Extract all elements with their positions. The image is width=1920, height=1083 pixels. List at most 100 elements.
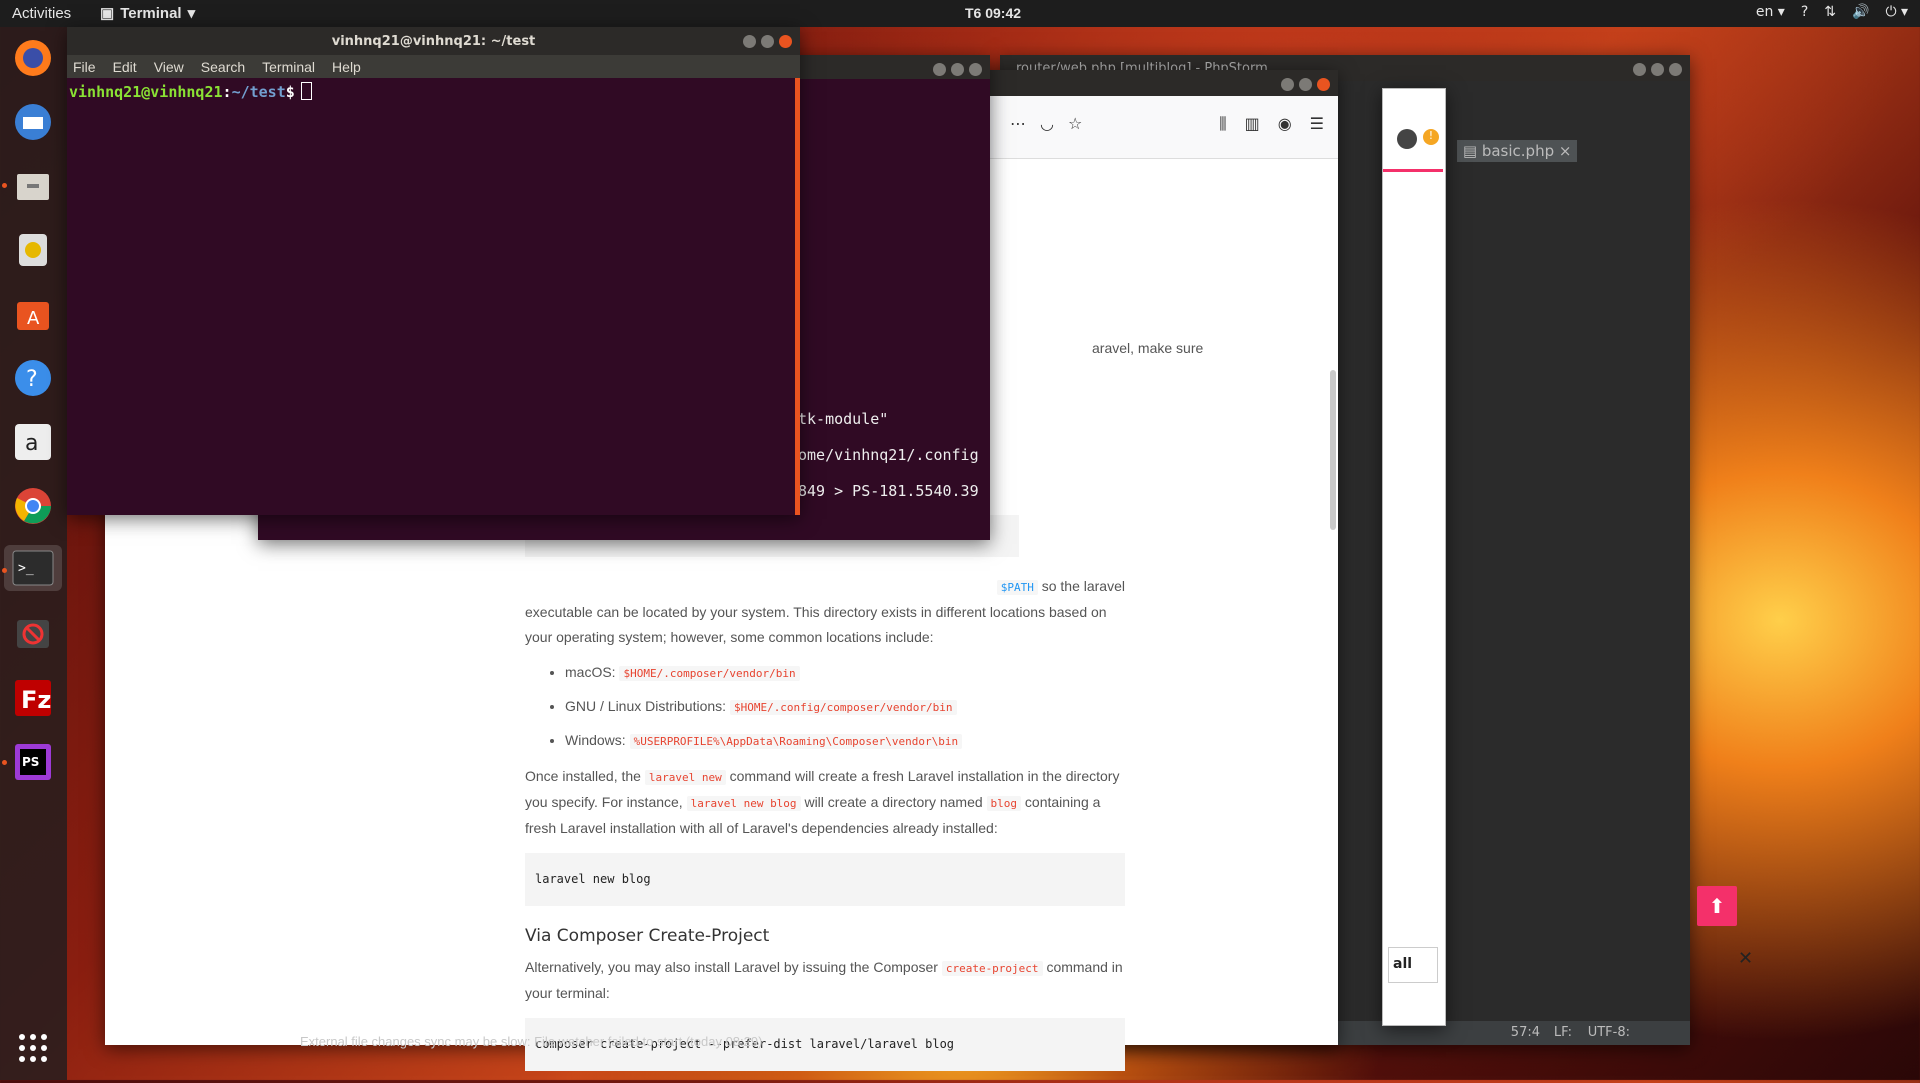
minimize-button[interactable]	[743, 35, 756, 48]
firefox-icon[interactable]	[10, 35, 56, 81]
power-icon[interactable]: ⏻ ▾	[1885, 4, 1908, 20]
terminal-small-icon: ▣	[100, 5, 115, 22]
terminal-titlebar[interactable]: vinhnq21@vinhnq21: ~/test	[67, 27, 800, 55]
prompt-symbol: $	[285, 83, 295, 101]
rhythmbox-icon[interactable]	[10, 227, 56, 273]
output-line: tk-module"	[798, 410, 889, 428]
chevron-down-icon: ▾	[187, 5, 196, 22]
code-block: laravel new blog	[525, 853, 1125, 906]
activities-button[interactable]: Activities	[12, 5, 71, 22]
warning-icon[interactable]: !	[1423, 129, 1439, 145]
clock[interactable]: T6 09:42	[965, 5, 1021, 21]
svg-text:Fz: Fz	[21, 686, 51, 714]
close-button[interactable]	[1669, 63, 1682, 76]
system-tray[interactable]: en ▾ ? ⇅ 🔊 ⏻ ▾	[1756, 4, 1908, 20]
minimize-button[interactable]	[1281, 78, 1294, 91]
text-span: will create a directory named	[804, 794, 983, 810]
help-icon[interactable]: ?	[10, 355, 56, 401]
encoding[interactable]: UTF-8:	[1588, 1025, 1630, 1040]
locations-list: macOS: $HOME/.composer/vendor/bin GNU / …	[525, 656, 1125, 758]
pocket-icon[interactable]: ◡	[1040, 114, 1054, 133]
svg-text:?: ?	[26, 367, 38, 392]
output-line: 849 > PS-181.5540.39	[798, 482, 979, 500]
menu-icon[interactable]: ☰	[1310, 114, 1324, 134]
inline-code: blog	[986, 796, 1022, 811]
ide-notification[interactable]: External file changes sync may be slow: …	[300, 1034, 762, 1049]
window-title: vinhnq21@vinhnq21: ~/test	[331, 33, 536, 49]
browser-side-window: ! all	[1382, 88, 1446, 1026]
chrome-icon[interactable]	[10, 483, 56, 529]
software-icon[interactable]: A	[10, 291, 56, 337]
cursor-position[interactable]: 57:4	[1511, 1025, 1540, 1040]
close-button[interactable]	[779, 35, 792, 48]
find-bar[interactable]: all	[1388, 947, 1438, 983]
app-menu[interactable]: ▣ Terminal ▾	[100, 4, 196, 23]
filezilla-icon[interactable]: Fz	[10, 675, 56, 721]
svg-text:>_: >_	[18, 561, 34, 576]
accent-line	[1383, 169, 1443, 172]
more-actions-icon[interactable]: ⋯	[1010, 114, 1026, 133]
close-icon[interactable]: ✕	[1738, 948, 1753, 969]
library-icon[interactable]: ⫼	[1219, 114, 1226, 134]
terminal-window: vinhnq21@vinhnq21: ~/test File Edit View…	[67, 27, 800, 515]
menu-search[interactable]: Search	[201, 59, 245, 75]
list-item-code: $HOME/.config/composer/vendor/bin	[729, 700, 957, 715]
svg-text:PS: PS	[22, 755, 39, 769]
dock: A ? a >_ Fz PS	[0, 27, 67, 1080]
show-apps-icon[interactable]	[10, 1025, 56, 1071]
maximize-button[interactable]	[1651, 63, 1664, 76]
minimize-button[interactable]	[933, 63, 946, 76]
svg-text:A: A	[27, 308, 40, 329]
scrollbar[interactable]	[795, 78, 800, 515]
tab-basic-php[interactable]: ▤ basic.php ×	[1456, 140, 1578, 162]
partial-paragraph: aravel, make sure	[1092, 340, 1204, 356]
inline-code: create-project	[941, 961, 1043, 976]
top-bar: Activities ▣ Terminal ▾ T6 09:42 en ▾ ? …	[0, 0, 1920, 27]
inline-code: laravel new blog	[686, 796, 801, 811]
accessibility-icon[interactable]: ?	[1801, 4, 1808, 20]
language-label: en	[1755, 4, 1774, 20]
list-item: GNU / Linux Distributions: $HOME/.config…	[565, 690, 1125, 724]
close-button[interactable]	[969, 63, 982, 76]
menu-view[interactable]: View	[154, 59, 184, 75]
network-icon[interactable]: ⇅	[1824, 4, 1836, 20]
avatar[interactable]	[1397, 129, 1417, 149]
minimize-button[interactable]	[1633, 63, 1646, 76]
maximize-button[interactable]	[1299, 78, 1312, 91]
line-ending[interactable]: LF:	[1554, 1025, 1572, 1040]
volume-icon[interactable]: 🔊	[1852, 4, 1869, 20]
running-indicator	[2, 760, 7, 765]
menu-terminal[interactable]: Terminal	[262, 59, 315, 75]
menu-help[interactable]: Help	[332, 59, 361, 75]
blocked-icon[interactable]	[10, 611, 56, 657]
section-heading: Via Composer Create-Project	[525, 926, 770, 946]
prompt-user: vinhnq21@vinhnq21	[69, 83, 223, 101]
terminal-body[interactable]: vinhnq21@vinhnq21:~/test$	[67, 78, 800, 523]
list-item: macOS: $HOME/.composer/vendor/bin	[565, 656, 1125, 690]
scroll-to-top-button[interactable]: ⬆	[1697, 886, 1737, 926]
list-item: Windows: %USERPROFILE%\AppData\Roaming\C…	[565, 724, 1125, 758]
language-indicator[interactable]: en ▾	[1756, 4, 1785, 20]
list-item-label: GNU / Linux Distributions:	[565, 698, 727, 714]
terminal-icon[interactable]: >_	[4, 545, 62, 591]
text-cursor	[300, 82, 312, 100]
menu-file[interactable]: File	[73, 59, 96, 75]
thunderbird-icon[interactable]	[10, 99, 56, 145]
maximize-button[interactable]	[951, 63, 964, 76]
close-button[interactable]	[1317, 78, 1330, 91]
inline-code: laravel new	[644, 770, 726, 785]
list-item-label: Windows:	[565, 732, 626, 748]
path-code: $PATH	[996, 580, 1038, 595]
sidebar-icon[interactable]: ▥	[1245, 114, 1260, 134]
amazon-icon[interactable]: a	[10, 419, 56, 465]
phpstorm-icon[interactable]: PS	[10, 739, 56, 785]
bookmark-star-icon[interactable]: ☆	[1068, 114, 1082, 133]
maximize-button[interactable]	[761, 35, 774, 48]
prompt-separator: :	[222, 83, 232, 101]
menu-edit[interactable]: Edit	[113, 59, 137, 75]
account-icon[interactable]: ◉	[1278, 114, 1292, 134]
files-icon[interactable]	[10, 163, 56, 209]
scrollbar[interactable]	[1330, 370, 1336, 530]
svg-text:a: a	[25, 431, 38, 456]
text-span: Alternatively, you may also install Lara…	[525, 959, 938, 975]
